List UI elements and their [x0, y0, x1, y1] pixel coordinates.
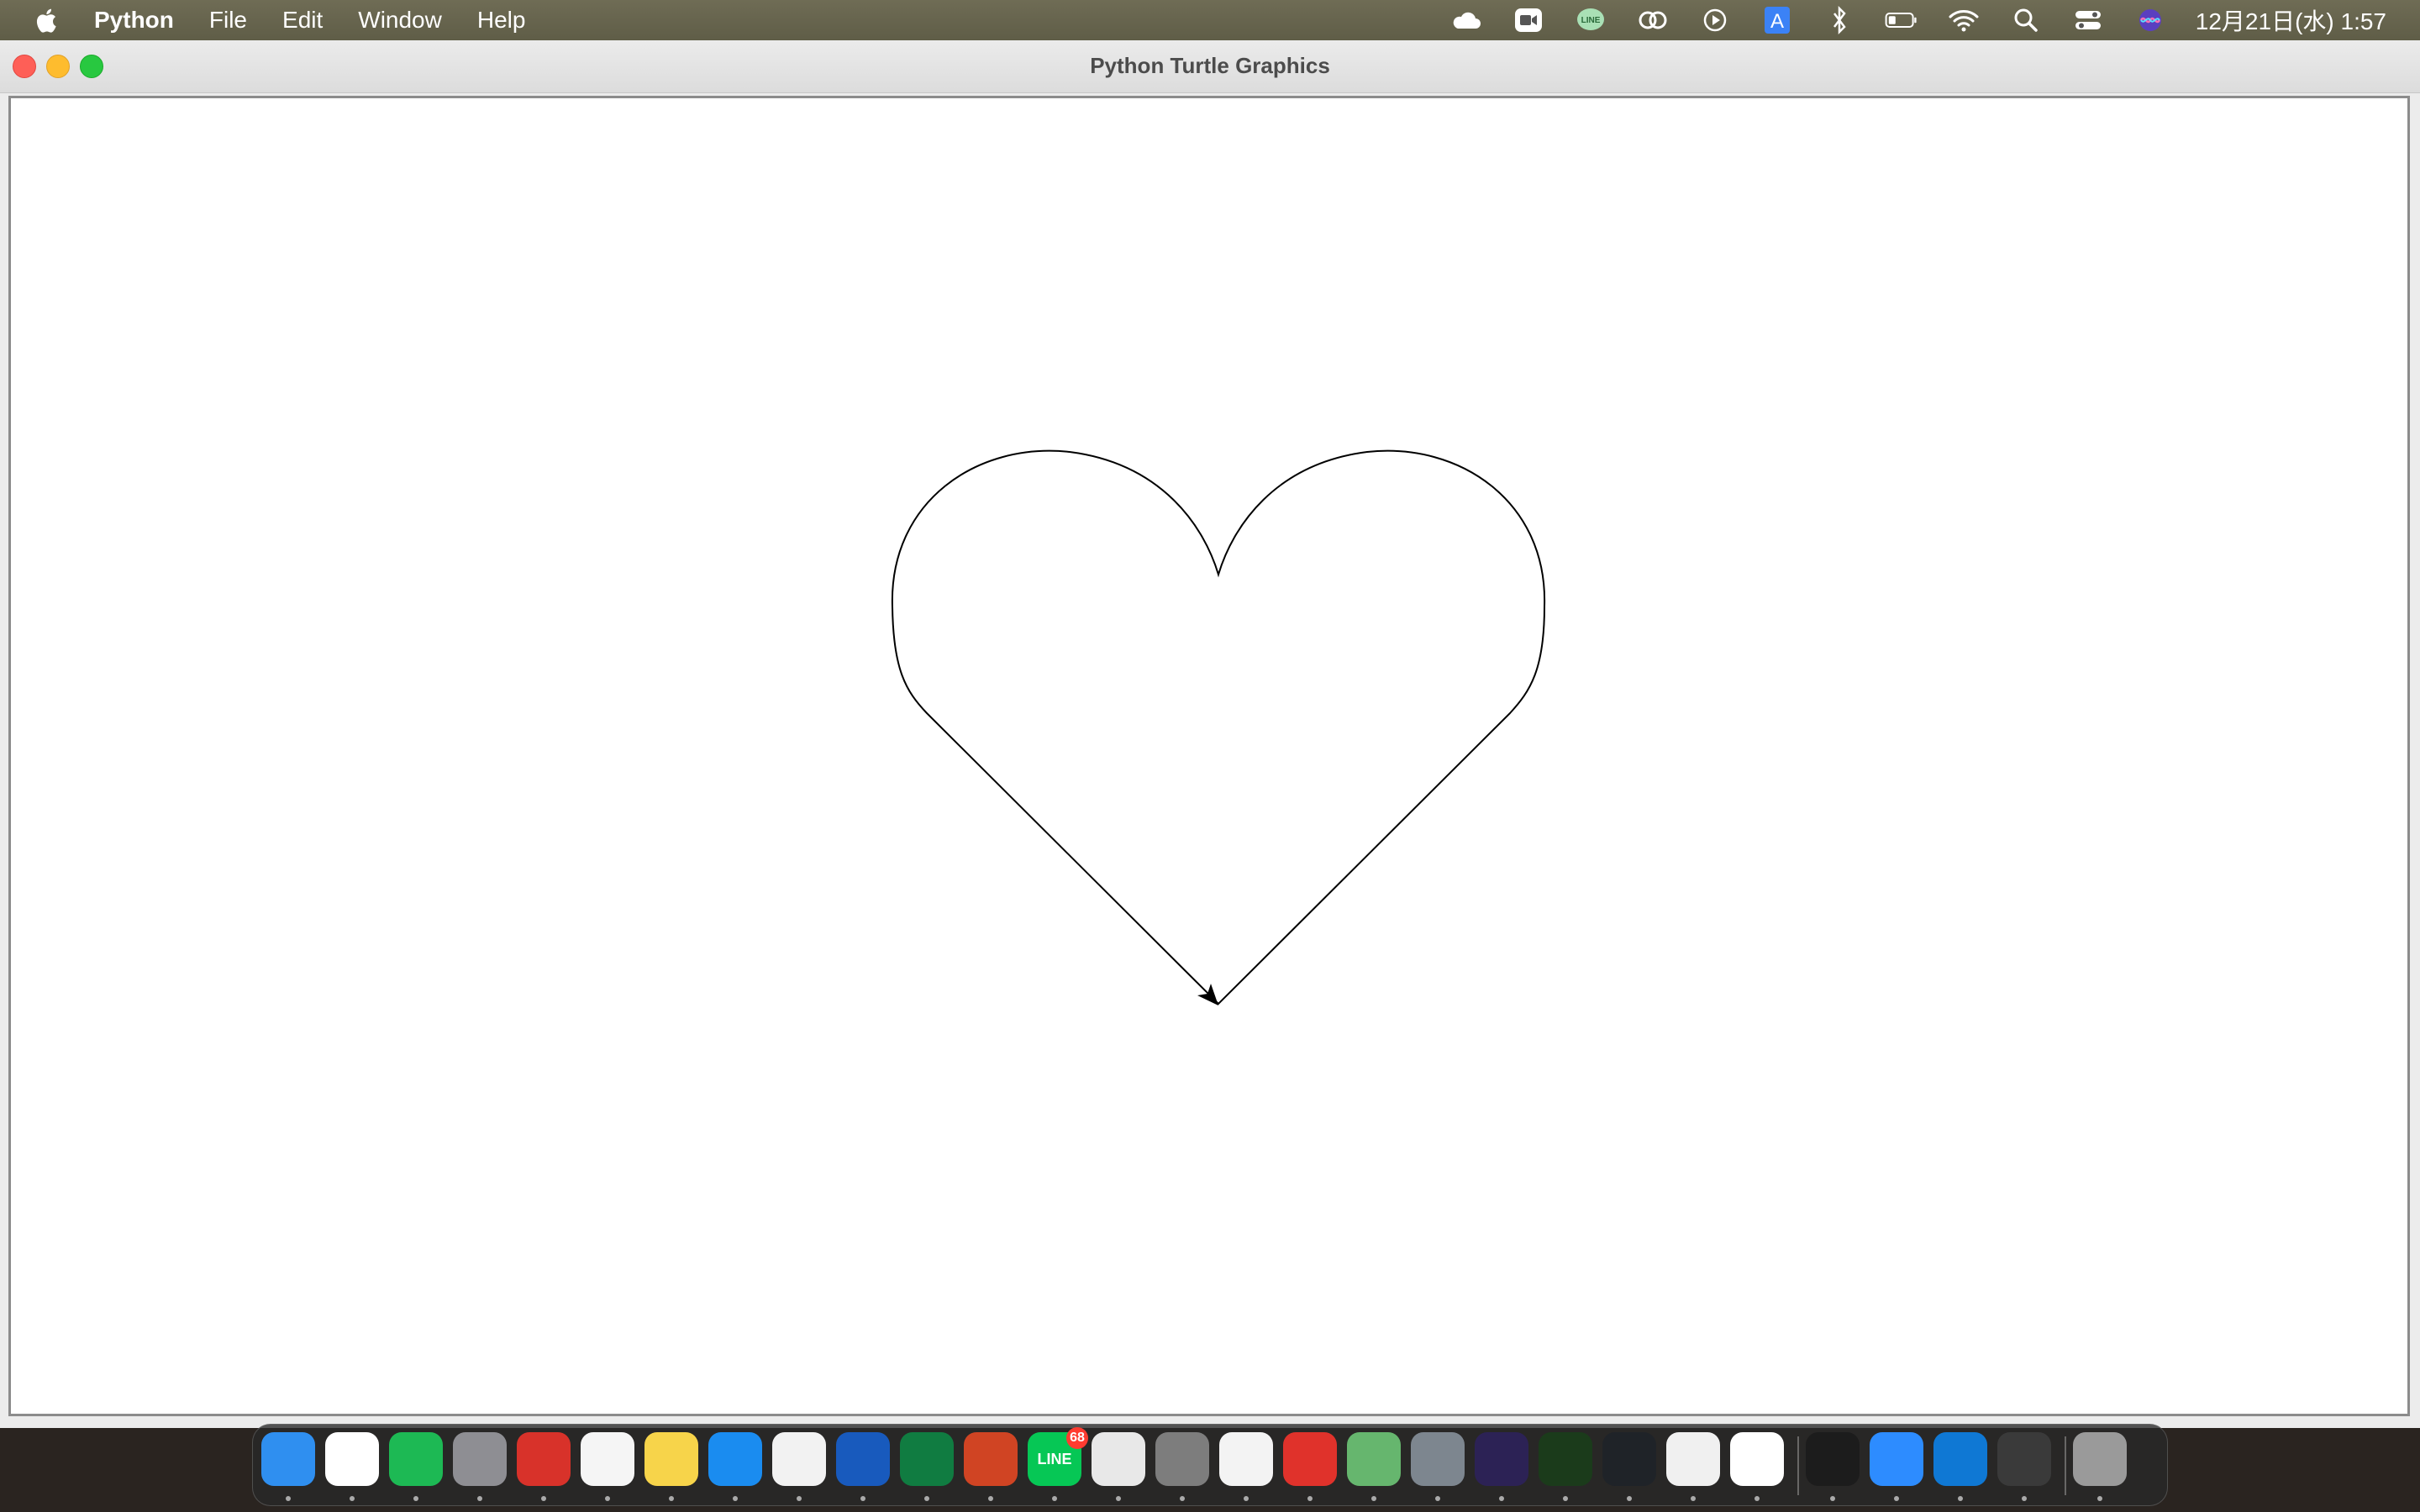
dock-separator: [1797, 1436, 1799, 1495]
running-indicator: [733, 1496, 738, 1501]
window-titlebar[interactable]: Python Turtle Graphics: [0, 40, 2420, 93]
photo-booth-icon[interactable]: [517, 1432, 571, 1501]
facetime-icon[interactable]: [1510, 3, 1547, 37]
control-center-icon[interactable]: [2070, 3, 2107, 37]
running-indicator: [1180, 1496, 1185, 1501]
spotlight-search-icon[interactable]: [2007, 3, 2044, 37]
rocket-icon[interactable]: [1997, 1432, 2051, 1501]
menu-app-python[interactable]: Python: [94, 0, 174, 40]
finder-icon[interactable]: [261, 1432, 315, 1501]
dock-separator: [2065, 1436, 2066, 1495]
creative-cloud-icon[interactable]: [1448, 3, 1485, 37]
notes-icon[interactable]: [644, 1432, 698, 1501]
zoom-icon[interactable]: [1870, 1432, 1923, 1501]
svg-text:A: A: [1770, 10, 1784, 33]
running-indicator: [1754, 1496, 1760, 1501]
turtle-drawing: [891, 449, 1546, 1005]
trash-icon[interactable]: [2073, 1432, 2127, 1501]
siri-icon[interactable]: [2132, 3, 2169, 37]
running-indicator: [1563, 1496, 1568, 1501]
input-method-icon[interactable]: A: [1759, 3, 1796, 37]
python-icon[interactable]: [1219, 1432, 1273, 1501]
dock-app-label: LINE: [1037, 1450, 1072, 1467]
running-indicator: [1435, 1496, 1440, 1501]
bluetooth-icon[interactable]: [1821, 3, 1858, 37]
running-indicator: [1499, 1496, 1504, 1501]
running-indicator: [1958, 1496, 1963, 1501]
menu-help[interactable]: Help: [477, 0, 526, 40]
play-icon[interactable]: [1697, 3, 1733, 37]
word-icon[interactable]: [836, 1432, 890, 1501]
running-indicator: [2022, 1496, 2027, 1501]
turtle-canvas[interactable]: [8, 96, 2410, 1416]
apple-menu-icon[interactable]: [30, 3, 64, 37]
running-indicator: [669, 1496, 674, 1501]
outlook-icon[interactable]: [1933, 1432, 1987, 1501]
tex-icon[interactable]: [1411, 1432, 1465, 1501]
spotify-icon[interactable]: [389, 1432, 443, 1501]
photos-icon[interactable]: [581, 1432, 634, 1501]
menu-file[interactable]: File: [209, 0, 247, 40]
line-icon[interactable]: LINE: [1572, 3, 1609, 37]
window-title: Python Turtle Graphics: [1090, 53, 1330, 78]
running-indicator: [988, 1496, 993, 1501]
dock: LINE 68: [252, 1424, 2168, 1506]
script-editor-icon[interactable]: [1092, 1432, 1145, 1501]
app-store-icon[interactable]: [708, 1432, 762, 1501]
turtle-window: Python Turtle Graphics: [0, 40, 2420, 1428]
running-indicator: [1052, 1496, 1057, 1501]
battery-icon[interactable]: [1883, 3, 1920, 37]
launchpad-icon[interactable]: [453, 1432, 507, 1501]
running-indicator: [1371, 1496, 1376, 1501]
running-indicator: [1244, 1496, 1249, 1501]
running-indicator: [860, 1496, 865, 1501]
eclipse-icon[interactable]: [1475, 1432, 1528, 1501]
powerpoint-icon[interactable]: [964, 1432, 1018, 1501]
running-indicator: [1116, 1496, 1121, 1501]
running-indicator: [477, 1496, 482, 1501]
vscode-icon[interactable]: [1602, 1432, 1656, 1501]
running-indicator: [1691, 1496, 1696, 1501]
menu-edit[interactable]: Edit: [282, 0, 323, 40]
running-indicator: [350, 1496, 355, 1501]
textedit-icon[interactable]: [772, 1432, 826, 1501]
wifi-icon[interactable]: [1945, 3, 1982, 37]
excel-icon[interactable]: [900, 1432, 954, 1501]
notification-badge: 68: [1066, 1427, 1088, 1449]
menu-clock[interactable]: 12月21日(水) 1:57: [2196, 3, 2386, 37]
running-indicator: [1307, 1496, 1313, 1501]
svg-text:LINE: LINE: [1581, 16, 1600, 25]
line-app-icon[interactable]: LINE 68: [1028, 1427, 1088, 1501]
running-indicator: [605, 1496, 610, 1501]
pdf-icon[interactable]: [1283, 1432, 1337, 1501]
chrome-icon[interactable]: [325, 1432, 379, 1501]
terminal-icon[interactable]: [1806, 1432, 1860, 1501]
running-indicator: [924, 1496, 929, 1501]
running-indicator: [286, 1496, 291, 1501]
running-indicator: [797, 1496, 802, 1501]
running-indicator: [1627, 1496, 1632, 1501]
running-indicator: [413, 1496, 418, 1501]
running-indicator: [1830, 1496, 1835, 1501]
heart-outline: [891, 449, 1546, 1005]
running-indicator: [1894, 1496, 1899, 1501]
running-indicator: [2097, 1496, 2102, 1501]
atom-icon[interactable]: [1347, 1432, 1401, 1501]
menu-bar: Python File Edit Window Help LINE A 12月2…: [0, 0, 2420, 40]
menu-window[interactable]: Window: [358, 0, 442, 40]
unity-icon[interactable]: [1666, 1432, 1720, 1501]
system-preferences-icon[interactable]: [1155, 1432, 1209, 1501]
running-indicator: [541, 1496, 546, 1501]
ring-app-icon[interactable]: [1539, 1432, 1592, 1501]
adobe-cc-icon[interactable]: [1634, 3, 1671, 37]
slack-icon[interactable]: [1730, 1432, 1784, 1501]
